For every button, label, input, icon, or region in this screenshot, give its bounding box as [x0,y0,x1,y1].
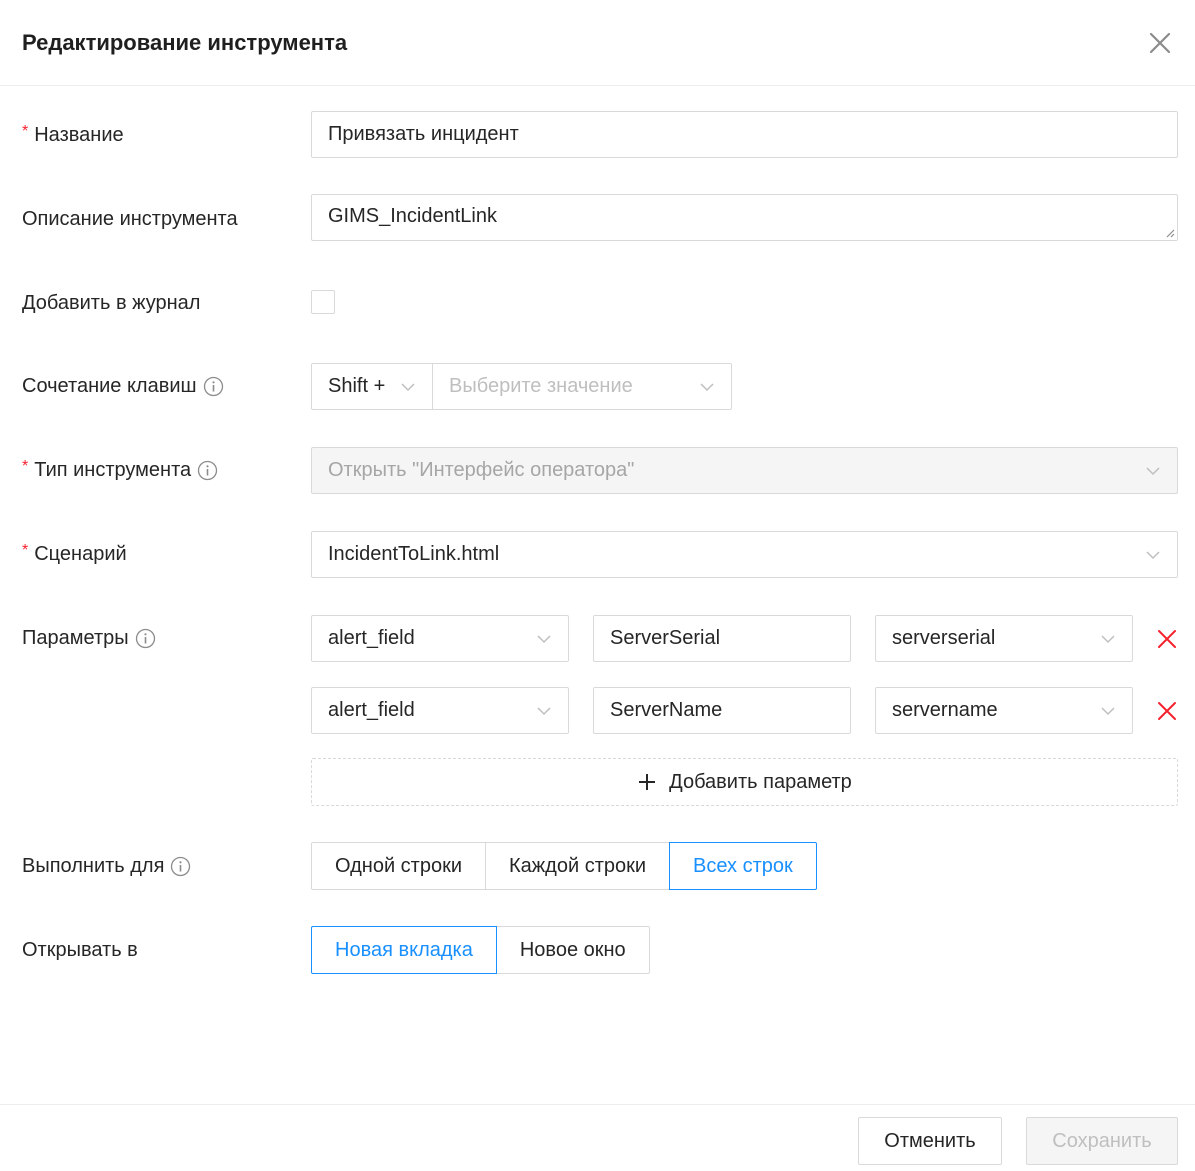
param-field-value: serverserial [892,627,996,649]
tool-type-label: * Тип инструмента [22,455,218,485]
execute-for-segmented: Одной строки Каждой строки Всех строк [311,842,817,890]
scenario-value: IncidentToLink.html [328,543,500,565]
execute-for-label: Выполнить для [22,851,191,881]
close-icon [1149,32,1171,54]
hotkey-label-text: Сочетание клавиш [22,375,197,397]
name-label-text: Название [34,124,124,146]
chevron-down-icon [401,382,415,391]
chevron-down-icon [1146,466,1160,475]
close-icon [1158,702,1176,720]
save-button[interactable]: Сохранить [1026,1117,1178,1165]
description-value: GIMS_IncidentLink [328,205,497,227]
param-source-value: alert_field [328,699,415,721]
scenario-label-text: Сценарий [34,543,127,565]
description-label: Описание инструмента [22,208,238,230]
execute-for-option-all[interactable]: Всех строк [669,842,817,890]
open-in-option-new-tab[interactable]: Новая вкладка [311,926,497,974]
scenario-label: * Сценарий [22,539,127,569]
dialog-footer [0,1104,1195,1171]
required-mark: * [22,123,29,140]
add-parameter-button[interactable]: Добавить параметр [311,758,1178,806]
name-input[interactable] [311,111,1178,158]
info-icon[interactable] [135,628,156,649]
description-textarea[interactable]: GIMS_IncidentLink [311,194,1178,241]
required-mark: * [22,458,29,475]
param-field-select[interactable]: servername [875,687,1133,734]
tool-type-value: Открыть "Интерфейс оператора" [328,459,635,481]
delete-param-button[interactable] [1155,627,1179,651]
edit-tool-dialog: Редактирование инструмента * Название Оп… [0,0,1195,1171]
chevron-down-icon [1101,706,1115,715]
parameters-label: Параметры [22,623,156,653]
info-icon[interactable] [197,460,218,481]
param-source-value: alert_field [328,627,415,649]
dialog-header: Редактирование инструмента [0,0,1195,86]
hotkey-key-select[interactable]: Выберите значение [432,363,732,410]
execute-for-label-text: Выполнить для [22,855,165,877]
cancel-button[interactable]: Отменить [858,1117,1002,1165]
open-in-option-new-window[interactable]: Новое окно [495,926,650,974]
param-source-select[interactable]: alert_field [311,615,569,662]
tool-type-label-text: Тип инструмента [34,459,192,481]
param-source-select[interactable]: alert_field [311,687,569,734]
required-mark: * [22,542,29,559]
resize-handle-icon[interactable] [1165,228,1175,238]
hotkey-key-placeholder: Выберите значение [449,375,633,397]
journal-label: Добавить в журнал [22,292,201,314]
info-icon[interactable] [170,856,191,877]
parameters-label-text: Параметры [22,627,129,649]
param-name-input[interactable] [593,615,851,662]
open-in-label: Открывать в [22,939,138,961]
scenario-select[interactable]: IncidentToLink.html [311,531,1178,578]
hotkey-modifier-value: Shift + [328,375,386,397]
open-in-segmented: Новая вкладка Новое окно [311,926,650,974]
param-field-value: servername [892,699,998,721]
hotkey-modifier-select[interactable]: Shift + [311,363,433,410]
param-name-input[interactable] [593,687,851,734]
chevron-down-icon [537,706,551,715]
delete-param-button[interactable] [1155,699,1179,723]
chevron-down-icon [1146,550,1160,559]
chevron-down-icon [700,382,714,391]
chevron-down-icon [537,634,551,643]
plus-icon [639,774,656,790]
execute-for-option-single[interactable]: Одной строки [311,842,487,890]
execute-for-option-each[interactable]: Каждой строки [485,842,671,890]
param-field-select[interactable]: serverserial [875,615,1133,662]
journal-checkbox[interactable] [311,290,335,314]
info-icon[interactable] [203,376,224,397]
hotkey-label: Сочетание клавиш [22,371,224,401]
add-parameter-label: Добавить параметр [669,770,852,793]
dialog-title: Редактирование инструмента [22,30,348,55]
name-label: * Название [22,120,124,150]
tool-type-select: Открыть "Интерфейс оператора" [311,447,1178,494]
close-icon [1158,630,1176,648]
close-button[interactable] [1145,28,1175,58]
chevron-down-icon [1101,634,1115,643]
